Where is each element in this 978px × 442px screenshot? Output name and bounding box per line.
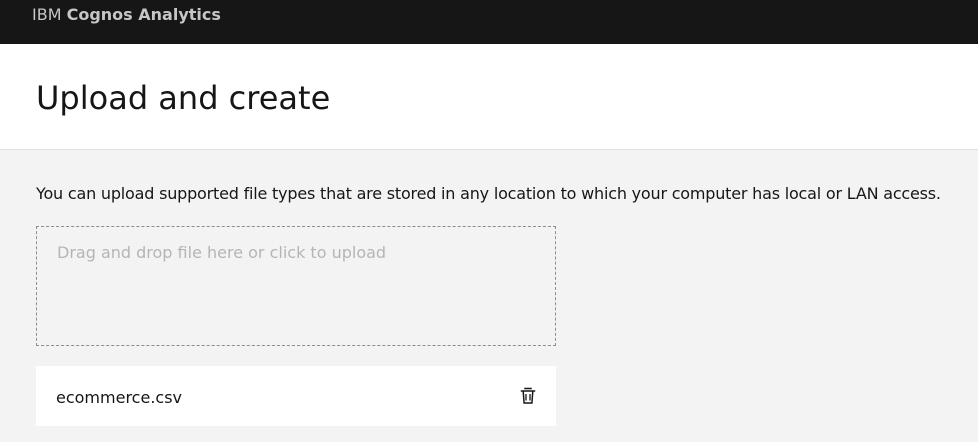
brand-product: Cognos Analytics (66, 5, 221, 24)
page-title: Upload and create (36, 79, 331, 117)
delete-file-button[interactable] (516, 384, 540, 408)
app-brand[interactable]: IBM Cognos Analytics (32, 0, 221, 23)
upload-description: You can upload supported file types that… (36, 184, 941, 203)
file-name: ecommerce.csv (56, 388, 182, 407)
top-navigation-bar: IBM Cognos Analytics (0, 0, 978, 44)
file-dropzone[interactable]: Drag and drop file here or click to uplo… (36, 226, 556, 346)
brand-prefix: IBM (32, 5, 62, 24)
uploaded-file-item: ecommerce.csv (36, 366, 556, 426)
trash-icon (519, 387, 537, 405)
dropzone-text: Drag and drop file here or click to uplo… (57, 243, 387, 262)
page-header: Upload and create (0, 44, 978, 150)
